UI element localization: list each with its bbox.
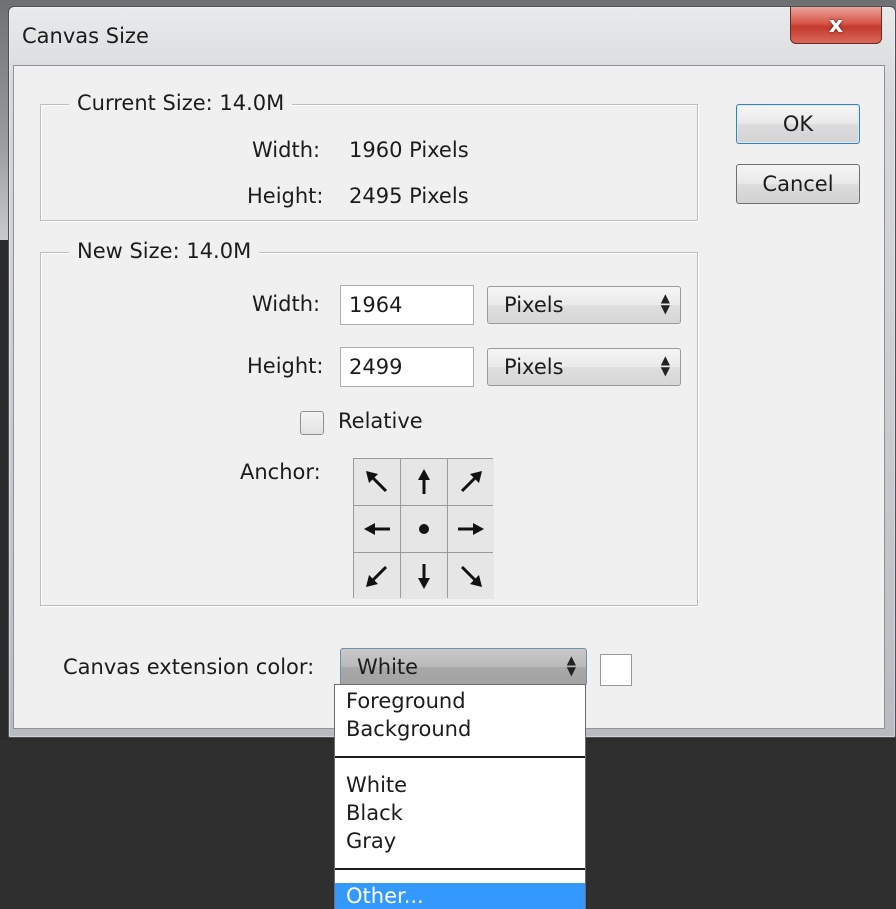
- arrow-right-icon: [458, 523, 484, 535]
- spinner-arrows-icon: ▲ ▼: [566, 653, 576, 678]
- window-title: Canvas Size: [22, 24, 149, 48]
- current-height-label: Height:: [247, 184, 324, 208]
- anchor-top-right[interactable]: [448, 459, 494, 505]
- close-button[interactable]: x: [790, 7, 882, 44]
- relative-label[interactable]: Relative: [338, 409, 423, 433]
- dropdown-separator: [335, 756, 585, 758]
- height-unit-select[interactable]: Pixels ▲ ▼: [487, 348, 681, 386]
- option-background[interactable]: Background: [346, 716, 471, 742]
- arrow-down-right-icon: [460, 565, 482, 587]
- canvas-size-dialog: Canvas Size x Current Size: 14.0M Width:…: [8, 6, 896, 738]
- width-input[interactable]: [340, 285, 474, 325]
- new-width-label: Width:: [252, 292, 321, 316]
- anchor-top-left[interactable]: [354, 459, 400, 505]
- extension-color-value: White: [357, 655, 419, 679]
- current-height-value: 2495 Pixels: [349, 184, 469, 208]
- extension-color-swatch[interactable]: [600, 654, 632, 686]
- arrow-down-left-icon: [366, 565, 388, 587]
- anchor-top[interactable]: [401, 459, 447, 505]
- arrow-down-icon: [418, 564, 430, 589]
- arrow-up-right-icon: [460, 471, 482, 493]
- anchor-bottom-left[interactable]: [354, 553, 400, 599]
- option-foreground[interactable]: Foreground: [346, 688, 466, 714]
- extension-color-select[interactable]: White ▲ ▼: [340, 648, 587, 686]
- ok-button[interactable]: OK: [736, 104, 860, 144]
- arrow-left-icon: [364, 523, 390, 535]
- close-icon: x: [828, 12, 844, 38]
- option-black[interactable]: Black: [346, 800, 403, 826]
- current-width-label: Width:: [252, 138, 321, 162]
- option-gray[interactable]: Gray: [346, 828, 396, 854]
- anchor-bottom-right[interactable]: [448, 553, 494, 599]
- anchor-right[interactable]: [448, 506, 494, 552]
- arrow-up-left-icon: [366, 471, 388, 493]
- anchor-left[interactable]: [354, 506, 400, 552]
- arrow-up-icon: [418, 469, 430, 494]
- option-white[interactable]: White: [346, 772, 407, 798]
- anchor-center[interactable]: [401, 506, 447, 552]
- current-size-title: Current Size: 14.0M: [69, 91, 293, 115]
- extension-color-dropdown: Foreground Background White Black Gray O…: [334, 684, 586, 909]
- anchor-bottom[interactable]: [401, 553, 447, 599]
- anchor-label: Anchor:: [240, 460, 321, 484]
- title-bar[interactable]: Canvas Size x: [9, 7, 895, 65]
- spinner-arrows-icon: ▲ ▼: [660, 353, 670, 378]
- relative-checkbox[interactable]: [300, 411, 324, 435]
- current-width-value: 1960 Pixels: [349, 138, 469, 162]
- anchor-center-dot-icon: [419, 524, 429, 534]
- width-unit-select[interactable]: Pixels ▲ ▼: [487, 286, 681, 324]
- dropdown-separator: [335, 868, 585, 870]
- anchor-grid: [353, 458, 494, 599]
- spinner-arrows-icon: ▲ ▼: [660, 291, 670, 316]
- dialog-client-area: Current Size: 14.0M Width: 1960 Pixels H…: [13, 65, 885, 729]
- new-height-label: Height:: [247, 354, 324, 378]
- height-input[interactable]: [340, 347, 474, 387]
- new-size-title: New Size: 14.0M: [69, 239, 260, 263]
- width-unit-value: Pixels: [504, 293, 564, 317]
- height-unit-value: Pixels: [504, 355, 564, 379]
- extension-color-label: Canvas extension color:: [63, 655, 315, 679]
- option-other[interactable]: Other...: [335, 883, 585, 909]
- cancel-button[interactable]: Cancel: [736, 164, 860, 204]
